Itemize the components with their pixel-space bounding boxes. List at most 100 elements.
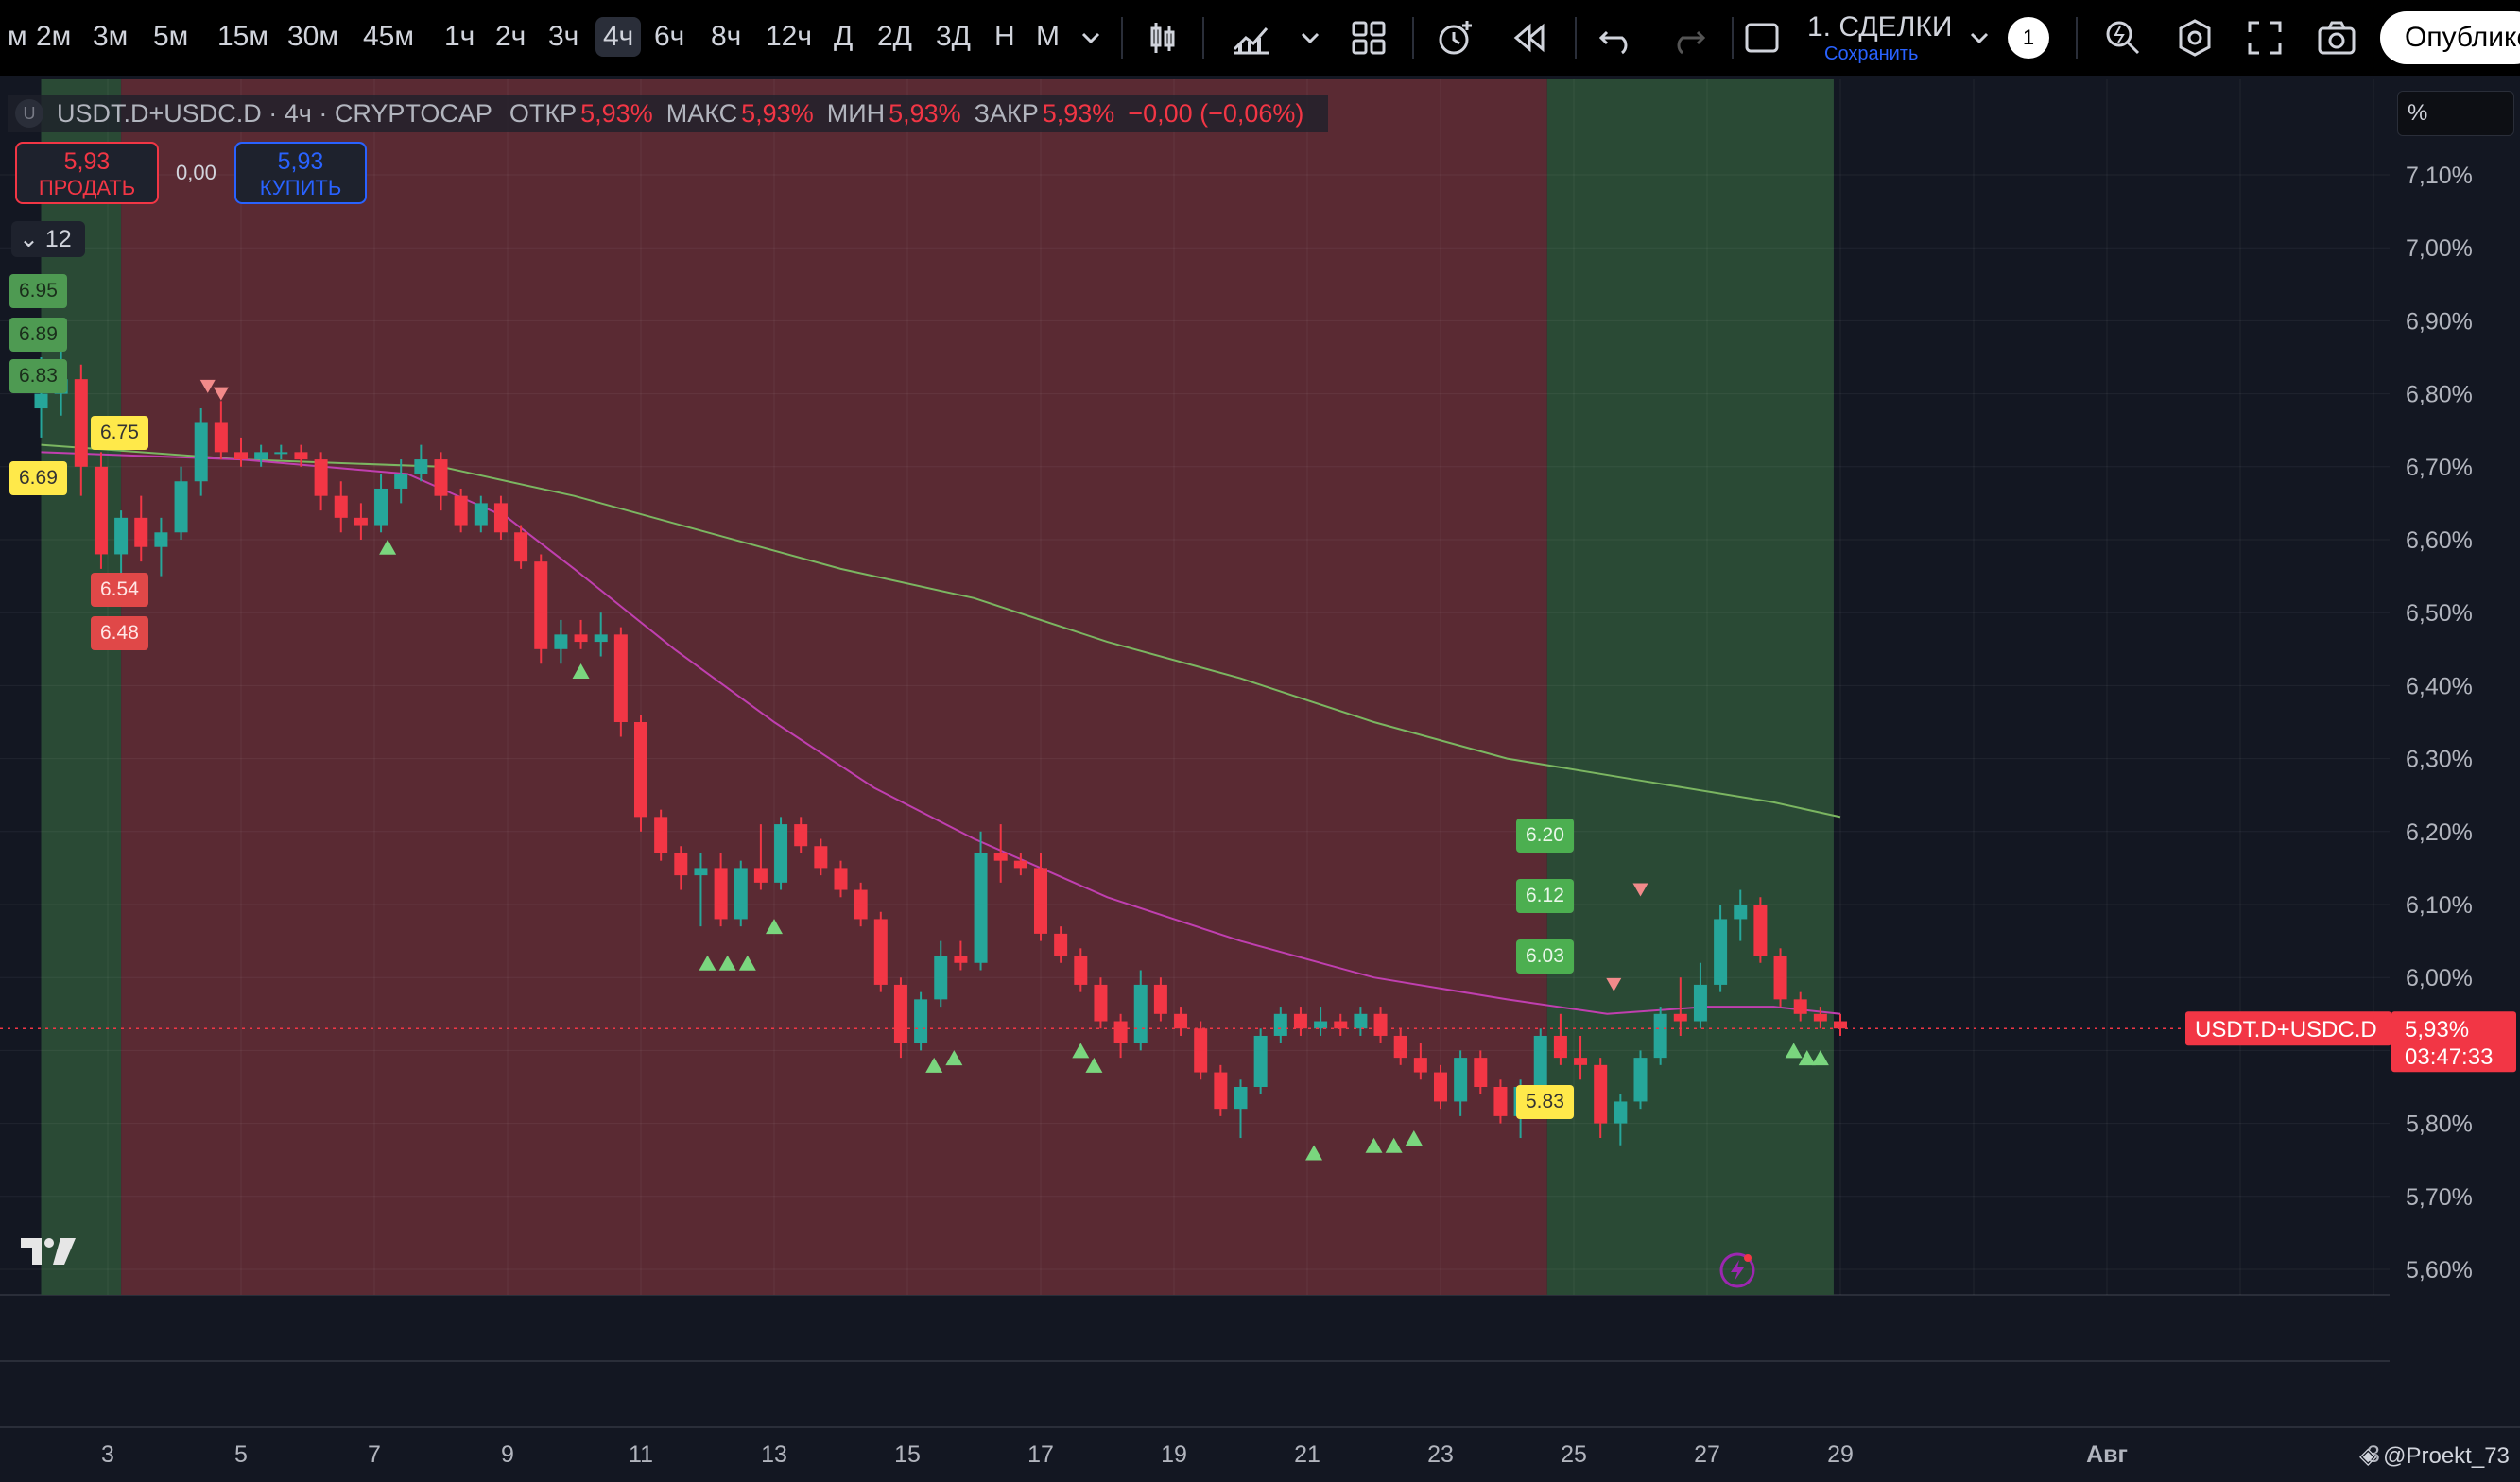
candle-body [1474, 1058, 1488, 1087]
level-label[interactable]: 6.89 [9, 318, 67, 352]
indicators-icon[interactable] [1229, 15, 1274, 60]
publish-button[interactable]: Опубликовать [2380, 11, 2520, 64]
time-axis-label: 19 [1161, 1441, 1187, 1468]
price-axis-label: 6,70% [2406, 455, 2473, 481]
timeframe-item[interactable]: 3ч [541, 17, 586, 57]
settings-icon[interactable] [2172, 15, 2218, 60]
candle-body [1413, 1058, 1427, 1073]
tradingview-logo-icon[interactable] [19, 1234, 81, 1268]
templates-icon[interactable] [1346, 15, 1391, 60]
time-axis-label: 15 [894, 1441, 921, 1468]
timeframe-item[interactable]: 30м [280, 17, 346, 57]
notifications-badge[interactable]: 1 [2008, 17, 2049, 59]
alert-icon[interactable] [1433, 15, 1478, 60]
candle-body [914, 999, 928, 1043]
close-label: ЗАКР [974, 98, 1039, 128]
search-icon[interactable] [2100, 15, 2146, 60]
indicators-toggle[interactable]: ⌄ 12 [11, 221, 85, 257]
timeframe-item[interactable]: 15м [210, 17, 276, 57]
timeframe-item[interactable]: 3м [85, 17, 135, 57]
time-axis-label: 29 [1827, 1441, 1854, 1468]
candle-body [114, 517, 129, 555]
level-label[interactable]: 6.83 [9, 359, 67, 393]
sell-price: 5,93 [63, 148, 111, 175]
chevron-down-icon[interactable] [1287, 15, 1333, 60]
bear-zone [121, 79, 1547, 1295]
candle-body [1553, 1035, 1567, 1059]
chevron-down-icon[interactable] [1957, 15, 2002, 60]
timeframe-item[interactable]: 2м [28, 17, 78, 57]
timeframe-item[interactable]: 3Д [928, 17, 978, 57]
timeframe-item[interactable]: 12ч [758, 17, 820, 57]
timeframe-item[interactable]: 2Д [870, 17, 920, 57]
candle-body [694, 868, 708, 876]
fullscreen-icon[interactable] [2242, 15, 2287, 60]
candle-body [94, 466, 108, 555]
candle-body [1153, 984, 1167, 1014]
timeframe-item[interactable]: 1ч [437, 17, 482, 57]
level-label[interactable]: 6.12 [1516, 879, 1574, 913]
candle-body [1273, 1013, 1287, 1036]
level-label[interactable]: 6.69 [9, 461, 67, 495]
candle-body [654, 817, 668, 853]
time-axis-label: 25 [1561, 1441, 1587, 1468]
chart-area[interactable]: 7,10% 7,00% 6,90% 6,80% 6,70% 6,60% 6,50% 6,40%… [0, 76, 2520, 1482]
symbol-name[interactable]: USDT.D+USDC.D · 4ч · CRYPTOCAP [57, 99, 492, 129]
price-axis-label: 5,60% [2406, 1257, 2473, 1284]
countdown-value: 03:47:33 [2405, 1044, 2493, 1070]
price-axis-label: 6,30% [2406, 747, 2473, 773]
candle-body [74, 379, 88, 467]
timeframe-item[interactable]: Д [826, 17, 860, 57]
timeframe-item[interactable]: 4ч [595, 17, 642, 57]
candle-body [334, 495, 348, 518]
timeframe-item[interactable]: 5м [146, 17, 196, 57]
level-label[interactable]: 6.03 [1516, 939, 1574, 974]
redo-icon[interactable] [1666, 15, 1711, 60]
level-label[interactable]: 6.75 [91, 416, 148, 450]
camera-icon[interactable] [2314, 15, 2359, 60]
toolbar-divider [2076, 17, 2078, 59]
candle-body [1714, 919, 1728, 985]
timeframe-item[interactable]: М [1028, 17, 1067, 57]
price-chart[interactable]: 7,10% 7,00% 6,90% 6,80% 6,70% 6,60% 6,50% 6,40%… [0, 76, 2520, 1482]
save-link[interactable]: Сохранить [1824, 43, 1918, 65]
chevron-down-icon[interactable] [1068, 15, 1113, 60]
level-label[interactable]: 6.95 [9, 274, 67, 308]
scale-mode-button[interactable]: % [2397, 91, 2514, 136]
low-label: МИН [826, 98, 886, 128]
candles-icon[interactable] [1140, 15, 1185, 60]
layout-name[interactable]: 1. СДЕЛКИ [1807, 11, 1952, 43]
level-label[interactable]: 6.20 [1516, 819, 1574, 853]
timeframe-item[interactable]: 45м [355, 17, 422, 57]
candle-body [1214, 1072, 1228, 1110]
undo-icon[interactable] [1594, 15, 1639, 60]
candle-body [634, 722, 647, 818]
lightning-alert-icon[interactable] [1718, 1251, 1756, 1289]
price-axis-label: 7,10% [2406, 163, 2473, 189]
layout-icon[interactable] [1739, 15, 1785, 60]
replay-icon[interactable] [1507, 15, 1552, 60]
candle-body [1113, 1021, 1128, 1043]
level-label[interactable]: 6.48 [91, 616, 148, 650]
sub-pane [0, 1295, 2390, 1482]
candle-body [1094, 984, 1108, 1022]
candle-body [194, 422, 208, 482]
symbol-logo[interactable]: U [15, 99, 43, 128]
close-value: 5,93% [1042, 98, 1115, 128]
level-label[interactable]: 5.83 [1516, 1085, 1574, 1119]
candle-body [873, 919, 888, 985]
buy-button[interactable]: 5,93 КУПИТЬ [234, 142, 367, 204]
timeframe-item[interactable]: 6ч [647, 17, 692, 57]
timeframe-item[interactable]: 8ч [703, 17, 749, 57]
candle-body [574, 634, 588, 643]
time-axis-label: 27 [1694, 1441, 1720, 1468]
time-axis-label: 11 [629, 1441, 653, 1468]
candle-body [254, 452, 268, 460]
sell-button[interactable]: 5,93 ПРОДАТЬ [15, 142, 159, 204]
level-label[interactable]: 6.54 [91, 573, 148, 607]
timeframe-item[interactable]: Н [987, 17, 1023, 57]
candle-body [1174, 1013, 1188, 1029]
timeframe-item[interactable]: 2ч [488, 17, 533, 57]
candle-body [974, 853, 988, 963]
candle-body [954, 956, 968, 963]
